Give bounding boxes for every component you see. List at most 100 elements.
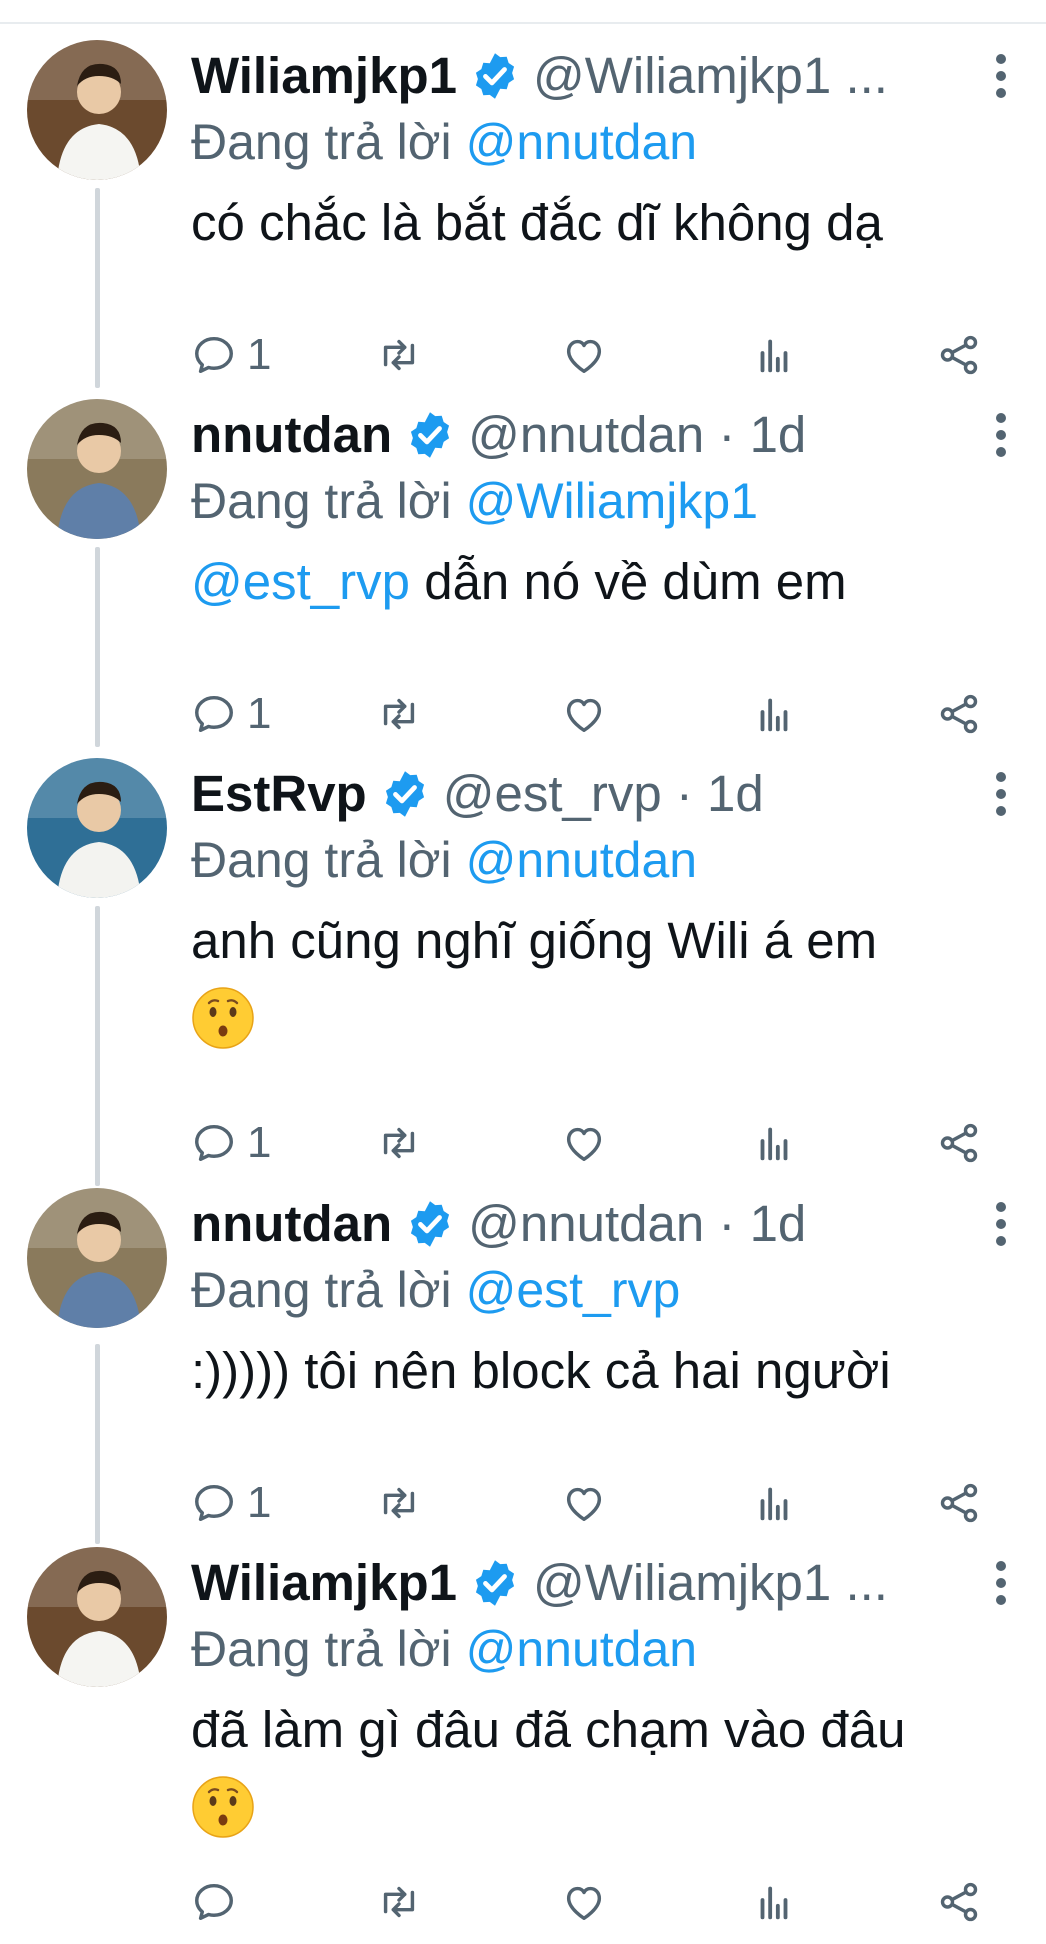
like-icon: [566, 1487, 602, 1522]
reply-to-mention[interactable]: @Wiliamjkp1: [466, 473, 758, 529]
retweet-button[interactable]: [376, 327, 422, 383]
avatar[interactable]: [27, 1547, 167, 1687]
avatar[interactable]: [27, 758, 167, 898]
tweet[interactable]: nnutdan @nnutdan · 1d Đang trả lời @Wiliam…: [0, 399, 1046, 756]
kissing-face-emoji: [192, 1776, 254, 1838]
tweet-header: EstRvp @est_rvp · 1d: [191, 764, 976, 824]
like-button[interactable]: [561, 1874, 607, 1930]
replying-to: Đang trả lời @nnutdan: [191, 1619, 697, 1679]
reply-icon: [195, 1883, 233, 1921]
tweet-text: @est_rvp dẫn nó về dùm em: [191, 551, 1006, 613]
like-icon: [566, 1886, 602, 1921]
avatar[interactable]: [27, 40, 167, 180]
reply-to-mention[interactable]: @nnutdan: [466, 832, 698, 888]
tweet-actions: 1: [191, 686, 1006, 742]
reply-button[interactable]: 1: [191, 686, 271, 742]
kissing-face-emoji: [192, 987, 254, 1049]
handle-and-time[interactable]: @Wiliamjkp1 ...: [533, 1553, 888, 1613]
tweet-actions: [191, 1874, 1006, 1930]
display-name[interactable]: EstRvp: [191, 764, 367, 824]
more-icon[interactable]: [994, 1202, 1008, 1246]
reply-icon: [195, 336, 233, 374]
reply-to-mention[interactable]: @nnutdan: [466, 114, 698, 170]
share-button[interactable]: [936, 1115, 982, 1171]
replying-to-label: Đang trả lời: [191, 473, 452, 529]
views-button[interactable]: [751, 327, 797, 383]
tweet[interactable]: Wiliamjkp1 @Wiliamjkp1 ... Đang trả lời @n…: [0, 1547, 1046, 1944]
views-icon: [760, 1487, 788, 1521]
tweet-text: đã làm gì đâu đã chạm vào đâu: [191, 1699, 1006, 1839]
tweet-text: anh cũng nghĩ giống Wili á em: [191, 910, 1006, 1050]
retweet-icon: [383, 1487, 415, 1519]
retweet-icon: [383, 339, 415, 371]
share-button[interactable]: [936, 1475, 982, 1531]
share-icon: [940, 335, 978, 375]
tweet-body-text: dẫn nó về dùm em: [410, 553, 847, 610]
reply-to-mention[interactable]: @nnutdan: [466, 1621, 698, 1677]
views-button[interactable]: [751, 686, 797, 742]
reply-icon: [195, 695, 233, 733]
more-icon[interactable]: [994, 413, 1008, 457]
reply-button[interactable]: [191, 1874, 247, 1930]
reply-to-mention[interactable]: @est_rvp: [466, 1262, 681, 1318]
tweet-header: nnutdan @nnutdan · 1d: [191, 1194, 976, 1254]
more-icon[interactable]: [994, 54, 1008, 98]
share-button[interactable]: [936, 686, 982, 742]
handle-and-time[interactable]: @est_rvp · 1d: [443, 764, 764, 824]
top-divider: [0, 22, 1046, 24]
verified-icon: [411, 412, 450, 458]
retweet-button[interactable]: [376, 1115, 422, 1171]
reply-button[interactable]: 1: [191, 1115, 271, 1171]
verified-icon: [475, 1560, 515, 1606]
replying-to: Đang trả lời @Wiliamjkp1: [191, 471, 758, 531]
tweet[interactable]: Wiliamjkp1 @Wiliamjkp1 ... Đang trả lời @n…: [0, 40, 1046, 397]
views-button[interactable]: [751, 1115, 797, 1171]
views-icon: [760, 698, 788, 732]
body-mention[interactable]: @est_rvp: [191, 553, 410, 610]
like-button[interactable]: [561, 686, 607, 742]
tweet[interactable]: nnutdan @nnutdan · 1d Đang trả lời @est_rv…: [0, 1188, 1046, 1545]
reply-count: 1: [247, 689, 272, 738]
tweet-text: có chắc là bắt đắc dĩ không dạ: [191, 192, 1006, 254]
display-name[interactable]: Wiliamjkp1: [191, 1553, 457, 1613]
tweet-body-text: anh cũng nghĩ giống Wili á em: [191, 912, 878, 969]
verified-icon: [385, 771, 424, 817]
like-icon: [566, 1127, 602, 1162]
handle-and-time[interactable]: @nnutdan · 1d: [468, 405, 806, 465]
reply-button[interactable]: 1: [191, 1475, 271, 1531]
like-button[interactable]: [561, 1475, 607, 1531]
replying-to-label: Đang trả lời: [191, 1621, 452, 1677]
share-button[interactable]: [936, 327, 982, 383]
share-button[interactable]: [936, 1874, 982, 1930]
display-name[interactable]: nnutdan: [191, 405, 392, 465]
avatar[interactable]: [27, 399, 167, 539]
more-icon[interactable]: [994, 1561, 1008, 1605]
display-name[interactable]: nnutdan: [191, 1194, 392, 1254]
retweet-button[interactable]: [376, 1475, 422, 1531]
verified-icon: [411, 1201, 450, 1247]
share-icon: [940, 694, 978, 734]
reply-count: 1: [247, 330, 272, 379]
retweet-button[interactable]: [376, 686, 422, 742]
reply-icon: [195, 1484, 233, 1522]
display-name[interactable]: Wiliamjkp1: [191, 46, 457, 106]
tweet-header: nnutdan @nnutdan · 1d: [191, 405, 976, 465]
share-icon: [940, 1123, 978, 1163]
like-button[interactable]: [561, 1115, 607, 1171]
handle-and-time[interactable]: @nnutdan · 1d: [468, 1194, 806, 1254]
reply-button[interactable]: 1: [191, 327, 271, 383]
avatar[interactable]: [27, 1188, 167, 1328]
handle-and-time[interactable]: @Wiliamjkp1 ...: [533, 46, 888, 106]
tweet-body-text: :))))) tôi nên block cả hai người: [191, 1342, 891, 1399]
retweet-icon: [383, 698, 415, 730]
verified-icon: [475, 53, 515, 99]
views-button[interactable]: [751, 1874, 797, 1930]
tweet-body-text: có chắc là bắt đắc dĩ không dạ: [191, 194, 883, 251]
tweet[interactable]: EstRvp @est_rvp · 1d Đang trả lời @nnutdan…: [0, 758, 1046, 1185]
retweet-button[interactable]: [376, 1874, 422, 1930]
like-button[interactable]: [561, 327, 607, 383]
more-icon[interactable]: [994, 772, 1008, 816]
tweet-actions: 1: [191, 1115, 1006, 1171]
share-icon: [940, 1882, 978, 1922]
views-button[interactable]: [751, 1475, 797, 1531]
